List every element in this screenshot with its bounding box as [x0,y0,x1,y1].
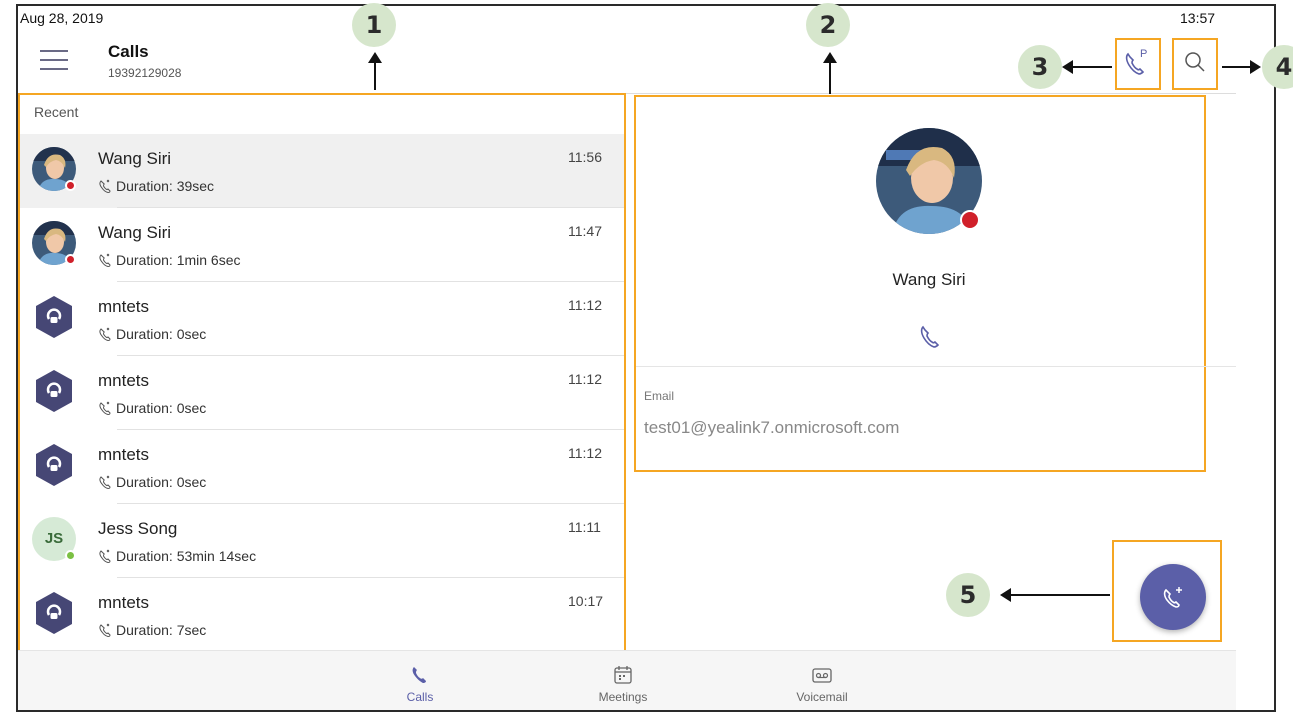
nav-tab-label: Meetings [598,690,648,704]
calendar-icon [614,666,632,684]
caller-name: Wang Siri [98,223,172,242]
callout-arrowhead-4 [1250,60,1261,74]
contact-name: Wang Siri [892,270,966,289]
call-duration: Duration: 0sec [98,474,206,490]
caller-name: Jess Song [98,519,178,538]
call-direction-icon [98,400,116,416]
page-title: Calls [108,42,149,61]
callout-arrowhead-5 [1000,588,1011,602]
call-direction-icon [98,326,116,342]
nav-tab-calls[interactable]: Calls [370,665,470,704]
call-history-row[interactable]: Wang Siri Duration: 1min 6sec 11:47 [20,208,624,282]
voicemail-icon [812,668,832,683]
call-direction-icon [98,178,116,194]
call-history-row[interactable]: JS Jess Song Duration: 53min 14sec 11:11 [20,504,624,578]
call-time: 11:11 [568,519,601,535]
callout-arrow-2 [829,62,831,94]
call-time: 11:56 [568,149,602,165]
hamburger-menu-icon[interactable] [40,50,68,72]
call-duration-text: Duration: 39sec [116,178,215,194]
callout-box-search-icon [1172,38,1218,90]
call-duration: Duration: 1min 6sec [98,252,241,268]
email-value[interactable]: test01@yealink7.onmicrosoft.com [644,418,899,438]
callout-arrow-4 [1222,66,1252,68]
detail-presence-dot [960,210,980,230]
bot-avatar [32,591,76,635]
call-duration: Duration: 7sec [98,622,206,638]
callout-badge-3: 3 [1018,45,1062,89]
status-time: 13:57 [1180,10,1216,26]
add-call-icon [1163,587,1182,608]
callout-arrow-3 [1072,66,1112,68]
call-history-row[interactable]: mntets Duration: 0sec 11:12 [20,282,624,356]
call-duration: Duration: 39sec [98,178,214,194]
status-date: Aug 28, 2019 [20,10,104,26]
call-history-row[interactable]: mntets Duration: 0sec 11:12 [20,356,624,430]
bottom-navigation: Calls Meetings Voicemail [18,650,1236,710]
call-duration-text: Duration: 1min 6sec [116,252,241,268]
call-time: 11:47 [568,223,602,239]
call-duration-text: Duration: 53min 14sec [116,548,257,564]
email-label: Email [644,389,675,403]
contact-avatar [32,147,76,191]
call-direction-icon [98,474,116,490]
call-history-row[interactable]: mntets Duration: 0sec 11:12 [20,430,624,504]
phone-icon [920,325,940,348]
recent-section-label: Recent [34,104,79,120]
call-duration-text: Duration: 0sec [116,326,207,342]
callout-badge-2: 2 [806,3,850,47]
callout-box-park-icon [1115,38,1161,90]
call-direction-icon [98,252,116,268]
presence-dot [65,254,76,265]
call-duration: Duration: 53min 14sec [98,548,256,564]
caller-name: mntets [98,371,150,390]
detail-avatar [876,128,982,234]
call-duration-text: Duration: 0sec [116,400,207,416]
call-history-row[interactable]: mntets Duration: 7sec 10:17 [20,578,624,652]
call-direction-icon [98,622,116,638]
call-duration-text: Duration: 7sec [116,622,207,638]
nav-tab-label: Calls [406,690,434,704]
detail-divider [636,366,1236,367]
presence-dot [65,550,76,561]
caller-name: mntets [98,445,150,464]
bot-avatar [32,295,76,339]
callout-arrow-5 [1010,594,1110,596]
call-time: 11:12 [568,297,602,313]
bot-avatar [32,369,76,413]
call-time: 11:12 [568,445,602,461]
phone-icon [412,667,426,683]
presence-dot [65,180,76,191]
caller-name: mntets [98,297,150,316]
call-duration-text: Duration: 0sec [116,474,207,490]
callout-arrow-1 [374,62,376,90]
callout-arrowhead-2 [823,52,837,63]
call-direction-icon [98,548,116,564]
nav-tab-meetings[interactable]: Meetings [573,665,673,704]
bot-avatar [32,443,76,487]
callout-arrowhead-3 [1062,60,1073,74]
contact-avatar [32,221,76,265]
call-time: 10:17 [568,593,604,609]
callout-badge-1: 1 [352,3,396,47]
callout-badge-5: 5 [946,573,990,617]
caller-name: mntets [98,593,150,612]
nav-tab-label: Voicemail [796,690,848,704]
contact-avatar: JS [32,517,76,561]
caller-name: Wang Siri [98,149,172,168]
phone-number: 19392129028 [108,66,182,80]
call-contact-button[interactable] [916,322,944,350]
call-history-row[interactable]: Wang Siri Duration: 39sec 11:56 [20,134,624,208]
new-call-button[interactable] [1140,564,1206,630]
call-duration: Duration: 0sec [98,326,206,342]
callout-arrowhead-1 [368,52,382,63]
call-duration: Duration: 0sec [98,400,206,416]
nav-tab-voicemail[interactable]: Voicemail [772,665,872,704]
call-time: 11:12 [568,371,602,387]
